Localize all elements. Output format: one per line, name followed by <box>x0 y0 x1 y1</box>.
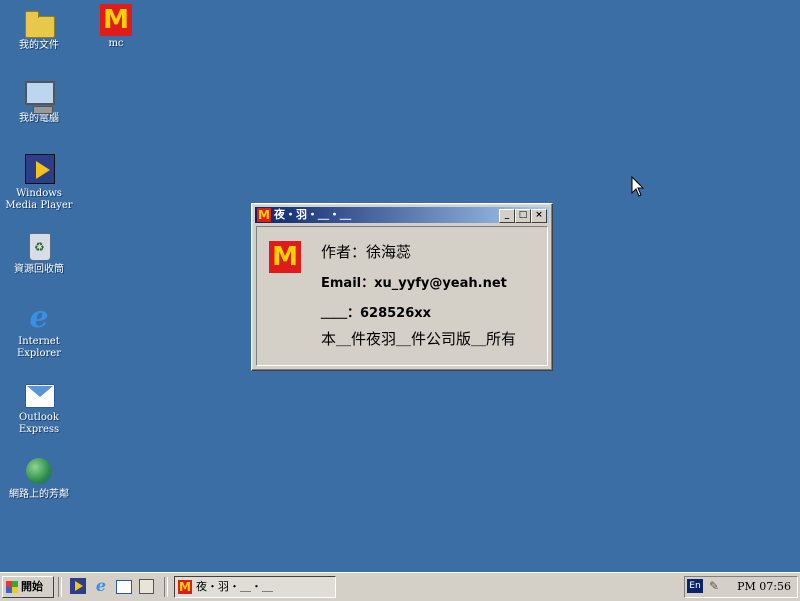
copyright-text: 本＿件夜羽＿件公司版＿所有 <box>321 330 517 348</box>
qq-text: ＿＿：628526xx <box>321 306 432 321</box>
windows-logo-icon <box>6 581 18 593</box>
desktop-icon-label: Outlook Express <box>18 412 60 435</box>
media-player-icon <box>23 154 55 186</box>
mcdonalds-logo-icon: M <box>269 241 301 273</box>
mcdonalds-icon: M <box>100 4 132 36</box>
desktop-icon-outlook-express[interactable]: Outlook Express <box>1 378 77 436</box>
clock[interactable]: PM 07:56 <box>737 577 791 597</box>
taskbar-window-label: 夜・羽・＿・＿ <box>196 580 273 593</box>
recycle-bin-icon <box>23 230 55 262</box>
quick-launch-show-desktop-icon[interactable] <box>139 579 154 594</box>
desktop-icon-media-player[interactable]: Windows Media Player <box>1 154 77 212</box>
desktop-icon-my-documents[interactable]: 我的文件 <box>1 6 77 52</box>
mcdonalds-icon: M <box>178 580 192 594</box>
taskbar-divider <box>58 577 62 597</box>
computer-icon <box>23 79 55 114</box>
desktop-icon-label: Internet Explorer <box>16 336 62 359</box>
start-label: 開始 <box>21 580 43 593</box>
desktop-icon-label: Windows Media Player <box>5 188 73 211</box>
dialog-title: 夜・羽・＿・＿ <box>274 208 351 221</box>
system-tray: En ✎ PM 07:56 <box>684 576 798 598</box>
close-button[interactable]: × <box>531 209 547 223</box>
about-dialog: M 夜・羽・＿・＿ _ □ × M 作者：徐海蕊 Email：xu_yyfy@y… <box>251 203 553 371</box>
quick-launch-internet-explorer-icon[interactable]: e <box>93 578 109 594</box>
taskbar-divider <box>164 577 168 597</box>
ime-icon[interactable]: ✎ <box>707 579 721 593</box>
internet-explorer-icon: e <box>29 300 49 335</box>
network-icon <box>23 455 55 487</box>
desktop-icon-mc[interactable]: M mc <box>78 4 154 50</box>
folder-icon <box>23 6 55 38</box>
minimize-button[interactable]: _ <box>499 209 515 223</box>
maximize-button[interactable]: □ <box>515 209 531 223</box>
taskbar-window-button[interactable]: M 夜・羽・＿・＿ <box>174 576 336 598</box>
quick-launch-media-player-icon[interactable] <box>70 578 86 594</box>
desktop-icon-my-computer[interactable]: 我的電腦 <box>1 79 77 125</box>
desktop-icon-label: 我的文件 <box>19 40 59 51</box>
desktop-icon-network[interactable]: 網路上的芳鄰 <box>1 455 77 501</box>
dialog-titlebar[interactable]: M 夜・羽・＿・＿ _ □ × <box>255 207 549 223</box>
mcdonalds-icon: M <box>257 208 271 222</box>
desktop-icon-internet-explorer[interactable]: e Internet Explorer <box>1 302 77 360</box>
desktop-icon-label: mc <box>108 38 124 49</box>
desktop-icon-label: 我的電腦 <box>19 113 59 124</box>
author-text: 作者：徐海蕊 <box>321 243 412 261</box>
language-indicator[interactable]: En <box>687 579 703 593</box>
start-button[interactable]: 開始 <box>2 576 54 598</box>
taskbar: 開始 e M 夜・羽・＿・＿ En ✎ PM 07:56 <box>0 572 800 601</box>
desktop-icon-label: 資源回收筒 <box>14 264 64 275</box>
outlook-express-icon <box>23 378 55 410</box>
desktop-icon-recycle-bin[interactable]: 資源回收筒 <box>1 230 77 276</box>
desktop-icon-label: 網路上的芳鄰 <box>9 489 69 500</box>
quick-launch-outlook-express-icon[interactable] <box>116 580 132 594</box>
mouse-cursor-icon <box>631 176 645 197</box>
dialog-body: M 作者：徐海蕊 Email：xu_yyfy@yeah.net ＿＿：62852… <box>256 226 548 366</box>
email-text: Email：xu_yyfy@yeah.net <box>321 276 507 291</box>
